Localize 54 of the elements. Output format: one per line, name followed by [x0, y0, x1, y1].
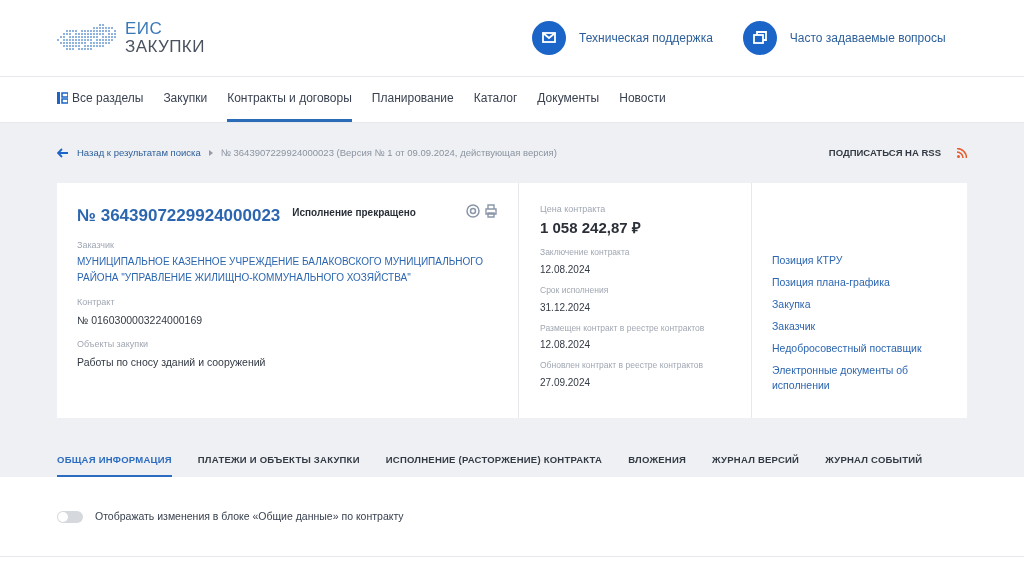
toggle-label: Отображать изменения в блоке «Общие данные» по контракту	[95, 508, 404, 524]
date-value: 27.09.2024	[540, 376, 592, 390]
print-icon[interactable]	[484, 204, 498, 218]
mail-icon	[532, 21, 566, 55]
nav-tab[interactable]: Все разделы	[57, 77, 144, 122]
customer-link[interactable]: МУНИЦИПАЛЬНОЕ КАЗЕННОЕ УЧРЕЖДЕНИЕ БАЛАКОВСКОГО МУНИЦИПАЛЬНОГО РАЙОНА "УПРАВЛЕНИЕ ЖИЛИЩНО-КОММУНАЛЬНОГО ХОЗЯЙСТВА"	[77, 254, 498, 286]
field-value: Работы по сносу зданий и сооружений	[77, 354, 267, 370]
date-label: Заключение контракта	[540, 246, 631, 259]
related-link[interactable]: Недобросовестный поставщик	[772, 341, 942, 356]
date-label: Размещен контракт в реестре контрактов	[540, 321, 706, 335]
price-value: 1 058 242,87 ₽	[540, 217, 642, 238]
email-icon[interactable]	[466, 204, 480, 218]
date-value: 12.08.2024	[540, 338, 592, 353]
contract-number: № 3643907229924000023	[77, 205, 281, 227]
rss-link[interactable]: ПОДПИСАТЬСЯ НА RSS	[828, 145, 941, 161]
date-value: 12.08.2024	[540, 262, 592, 277]
back-link[interactable]: Назад к результатам поиска	[77, 145, 201, 161]
date-label: Срок исполнения	[540, 283, 610, 297]
related-link[interactable]: Заказчик	[772, 319, 942, 334]
field-label: Заказчик	[77, 238, 115, 252]
section-tab[interactable]: ВЛОЖЕНИЯ	[628, 452, 687, 477]
section-tab[interactable]: ЖУРНАЛ СОБЫТИЙ	[825, 452, 923, 477]
rss-icon	[957, 148, 967, 158]
toggle-switch[interactable]	[57, 510, 83, 523]
back-arrow-icon[interactable]	[57, 148, 69, 158]
logo-subtitle: ЗАКУПКИ	[125, 38, 205, 56]
related-link[interactable]: Позиция КТРУ	[772, 253, 942, 268]
related-link[interactable]: Позиция плана-графика	[772, 275, 942, 290]
section-tab[interactable]: ИСПОЛНЕНИЕ (РАСТОРЖЕНИЕ) КОНТРАКТА	[385, 452, 603, 477]
breadcrumb-separator-icon	[208, 150, 213, 156]
price-label: Цена контракта	[540, 203, 607, 216]
date-value: 31.12.2024	[540, 300, 592, 315]
logo-title: ЕИС	[125, 20, 164, 38]
sections-icon	[57, 92, 68, 104]
date-label: Обновлен контракт в реестре контрактов	[540, 359, 705, 372]
header-link[interactable]: Техническая поддержка	[532, 21, 713, 55]
field-label: Контракт	[77, 296, 116, 309]
field-label: Объекты закупки	[77, 338, 150, 352]
related-link[interactable]: Электронные документы об исполнении	[772, 363, 942, 393]
nav-tab[interactable]: Закупки	[163, 77, 208, 122]
section-tab[interactable]: ОБЩАЯ ИНФОРМАЦИЯ	[57, 452, 172, 477]
header-link[interactable]: Часто задаваемые вопросы	[742, 21, 946, 55]
nav-tab[interactable]: Документы	[537, 77, 600, 122]
windows-icon	[742, 21, 777, 55]
logo-icon	[57, 24, 117, 52]
nav-tab[interactable]: Новости	[619, 77, 666, 122]
related-link[interactable]: Закупка	[772, 297, 942, 312]
nav-tab[interactable]: Планирование	[371, 77, 454, 122]
nav-tab[interactable]: Каталог	[473, 77, 518, 122]
section-tab[interactable]: ЖУРНАЛ ВЕРСИЙ	[712, 452, 800, 477]
field-value: № 0160300003224000169	[77, 312, 204, 328]
contract-status: Исполнение прекращено	[292, 206, 416, 220]
section-tab[interactable]: ПЛАТЕЖИ И ОБЪЕКТЫ ЗАКУПКИ	[197, 452, 360, 477]
breadcrumb-current: № 3643907229924000023 (Версия № 1 от 09.09.2024, действующая версия)	[220, 145, 557, 160]
